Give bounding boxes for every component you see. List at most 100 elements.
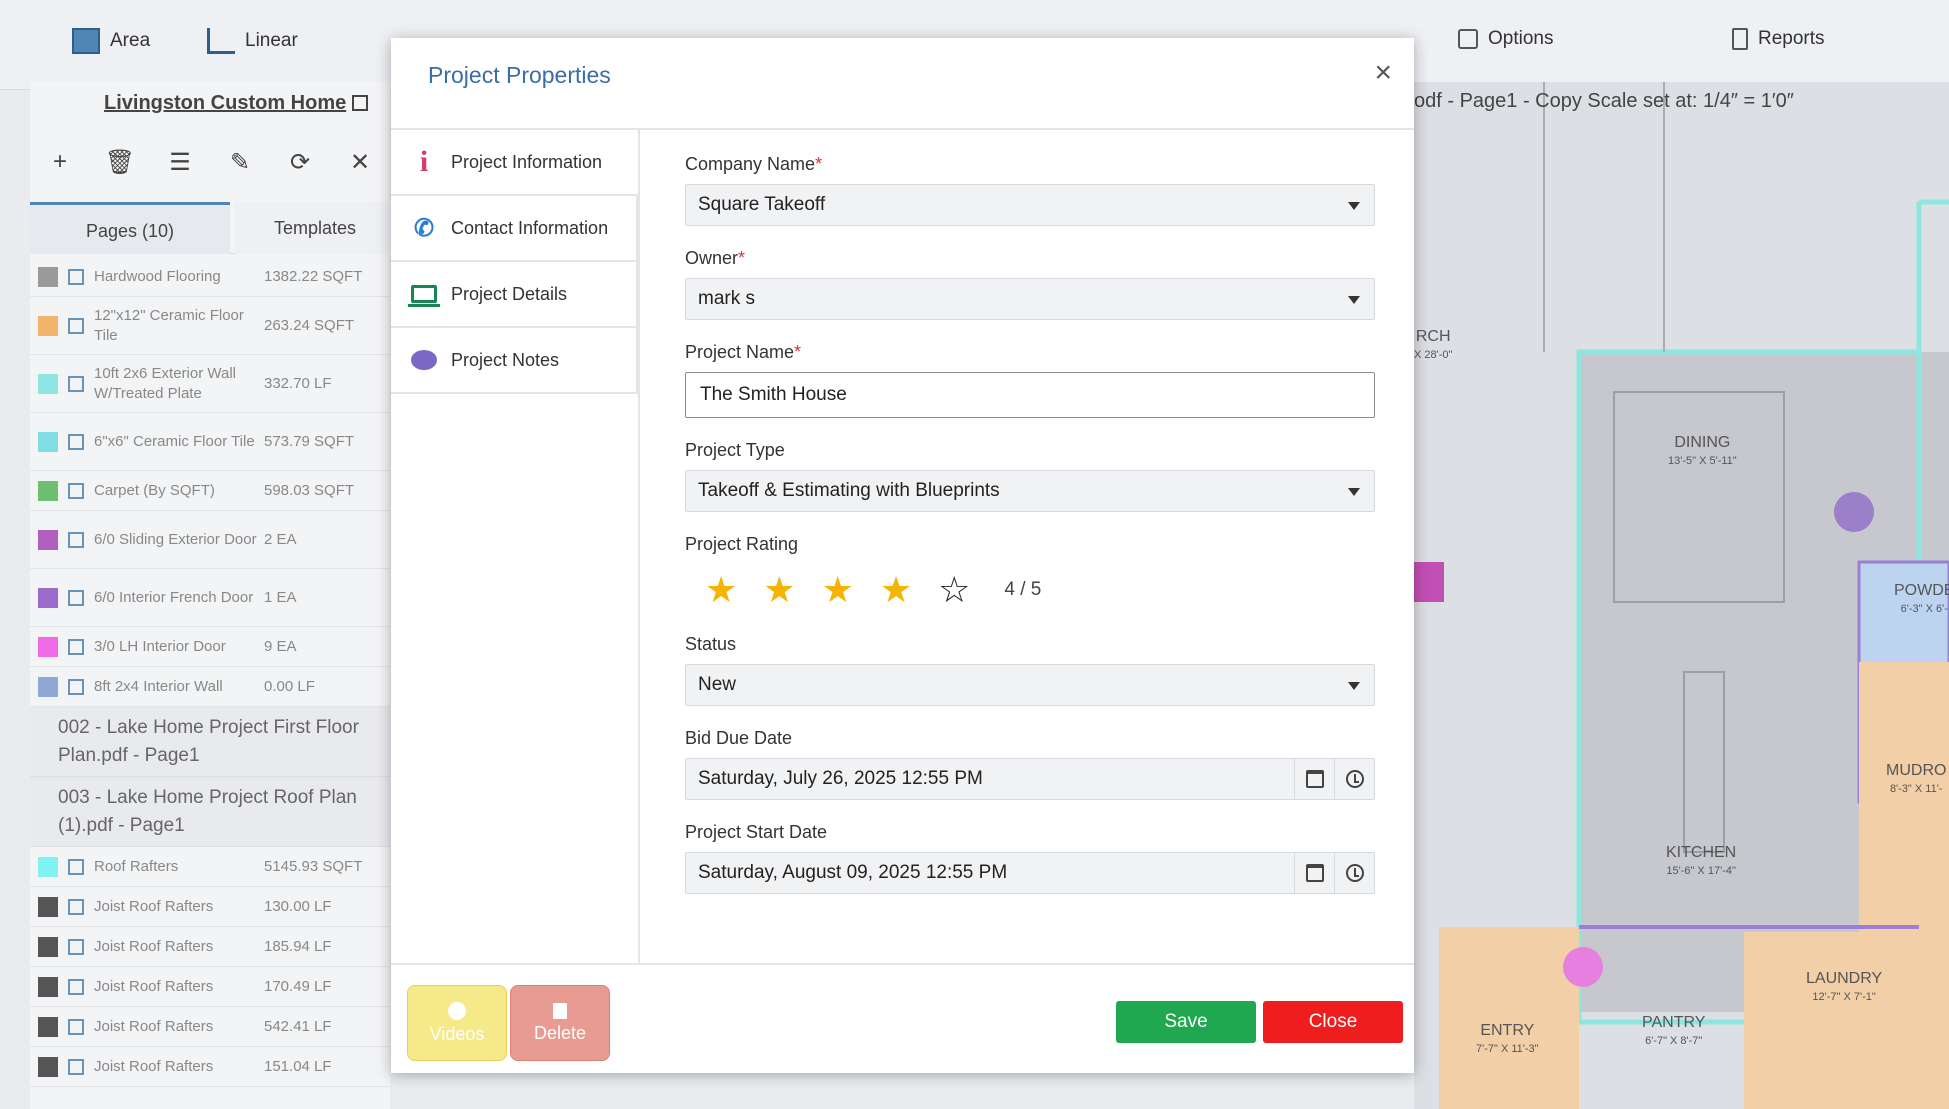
nav-contact-information[interactable]: ✆ Contact Information [391,196,638,262]
page-group[interactable]: 002 - Lake Home Project First Floor Plan… [30,707,390,777]
area-icon [68,268,84,285]
edit-icon[interactable]: ✎ [226,148,254,176]
room-label: PANTRY 6'-7" X 8'-7" [1642,1014,1705,1050]
item-name: 8ft 2x4 Interior Wall [94,677,223,695]
item-value: 0.00 LF [264,678,315,695]
page-group[interactable]: 003 - Lake Home Project Roof Plan (1).pd… [30,777,390,847]
list-item[interactable]: Joist Roof Rafters 185.94 LF [30,927,390,967]
close-icon[interactable]: × [1374,56,1392,90]
item-value: 185.94 LF [264,938,332,955]
list-item[interactable]: Roof Rafters 5145.93 SQFT [30,847,390,887]
videos-button[interactable]: Videos [407,985,507,1061]
list-icon[interactable]: ☰ [166,148,194,176]
area-icon [68,433,84,450]
owner-value: mark s [698,288,755,309]
nav-project-notes[interactable]: Project Notes [391,328,638,394]
color-swatch [38,856,58,877]
star-icon[interactable]: ★ [763,572,795,608]
list-item[interactable]: Joist Roof Rafters 130.00 LF [30,887,390,927]
color-swatch [38,1056,58,1077]
owner-label: Owner* [685,248,746,268]
list-item[interactable]: 3/0 LH Interior Door 9 EA [30,627,390,667]
linear-tool[interactable]: Linear [207,28,298,54]
phone-icon: ✆ [413,214,435,242]
company-name-select[interactable]: Square Takeoff [685,184,1375,226]
area-tool[interactable]: Area [72,28,150,54]
list-item[interactable]: 12"x12" Ceramic Floor Tile 263.24 SQFT [30,297,390,355]
room-size: 8'-3" X 11'- [1889,783,1943,795]
list-item[interactable]: Carpet (By SQFT) 598.03 SQFT [30,471,390,511]
list-item[interactable]: 6"x6" Ceramic Floor Tile 573.79 SQFT [30,413,390,471]
list-item[interactable]: 6/0 Sliding Exterior Door 2 EA [30,511,390,569]
project-type-select[interactable]: Takeoff & Estimating with Blueprints [685,470,1375,512]
company-name-value: Square Takeoff [698,194,826,215]
time-button[interactable] [1334,759,1374,799]
item-name: 12"x12" Ceramic Floor Tile [94,306,244,344]
room-name: PANTRY [1642,1014,1706,1031]
list-item[interactable]: Joist Roof Rafters 542.41 LF [30,1007,390,1047]
list-item[interactable]: 6/0 Interior French Door 1 EA [30,569,390,627]
room-label: ENTRY 7'-7" X 11'-3" [1476,1022,1539,1058]
calendar-button[interactable] [1294,853,1334,893]
item-name: Joist Roof Rafters [94,897,214,915]
area-icon [68,482,84,499]
nav-project-details[interactable]: Project Details [391,262,638,328]
area-icon [68,317,84,334]
item-value: 263.24 SQFT [264,317,355,334]
room-name: ENTRY [1480,1022,1535,1039]
refresh-icon[interactable]: ⟳ [286,148,314,176]
laptop-icon [408,281,440,307]
project-link[interactable]: Livingston Custom Home [104,92,369,115]
nav-label: Project Details [451,283,568,304]
star-icon[interactable]: ★ [880,572,912,608]
reports-tool[interactable]: Reports [1732,28,1825,50]
list-item[interactable]: 10ft 2x6 Exterior Wall W/Treated Plate 33… [30,355,390,413]
linear-tool-label: Linear [245,30,298,51]
star-icon[interactable]: ★ [822,572,854,608]
blueprint-canvas[interactable]: DINING 13'-5" X 5'-11" KITCHEN 15'-6" X 17… [1414,82,1949,1109]
item-value: 9 EA [264,638,297,655]
time-button[interactable] [1334,853,1374,893]
item-value: 5145.93 SQFT [264,858,363,875]
close-button[interactable]: Close [1263,1001,1403,1043]
item-name: 6"x6" Ceramic Floor Tile [94,432,255,450]
star-icon[interactable]: ★ [705,572,737,608]
item-value: 332.70 LF [264,375,332,392]
project-start-date-input[interactable]: Saturday, August 09, 2025 12:55 PM [685,852,1375,894]
trash-icon[interactable]: 🗑 [105,148,135,176]
color-swatch [38,1016,58,1037]
item-value: 1 EA [264,589,297,606]
item-name: Joist Roof Rafters [94,937,214,955]
tab-pages[interactable]: Pages (10) [30,202,230,254]
delete-button[interactable]: Delete [510,985,610,1061]
left-tabs: Pages (10) Templates [30,202,395,254]
tab-templates[interactable]: Templates [235,202,395,254]
list-item[interactable]: 8ft 2x4 Interior Wall 0.00 LF [30,667,390,707]
star-outline-icon[interactable]: ☆ [938,572,970,608]
linear-icon [68,978,84,995]
color-swatch [38,636,58,657]
room-label: KITCHEN 15'-6" X 17'-4" [1666,844,1736,880]
save-button[interactable]: Save [1116,1001,1256,1043]
color-swatch [38,480,58,501]
item-name: Joist Roof Rafters [94,1057,214,1075]
list-item[interactable]: Joist Roof Rafters 170.49 LF [30,967,390,1007]
dialog-footer: Videos Delete Save Close [391,963,1414,1073]
project-name-input[interactable]: The Smith House [685,372,1375,418]
color-swatch [38,373,58,394]
owner-select[interactable]: mark s [685,278,1375,320]
list-item[interactable]: Joist Roof Rafters 151.04 LF [30,1047,390,1087]
bid-due-date-value: Saturday, July 26, 2025 12:55 PM [698,768,983,789]
status-select[interactable]: New [685,664,1375,706]
calendar-button[interactable] [1294,759,1334,799]
item-name: Joist Roof Rafters [94,977,214,995]
floor-plan-drawing [1414,82,1949,1109]
add-icon[interactable]: + [46,148,74,176]
rating-text: 4 / 5 [1004,579,1042,600]
item-value: 151.04 LF [264,1058,332,1075]
collapse-icon[interactable]: ✕ [346,148,374,176]
bid-due-date-input[interactable]: Saturday, July 26, 2025 12:55 PM [685,758,1375,800]
nav-project-information[interactable]: i Project Information [391,130,638,196]
options-tool[interactable]: Options [1458,28,1553,50]
list-item[interactable]: Hardwood Flooring 1382.22 SQFT [30,257,390,297]
